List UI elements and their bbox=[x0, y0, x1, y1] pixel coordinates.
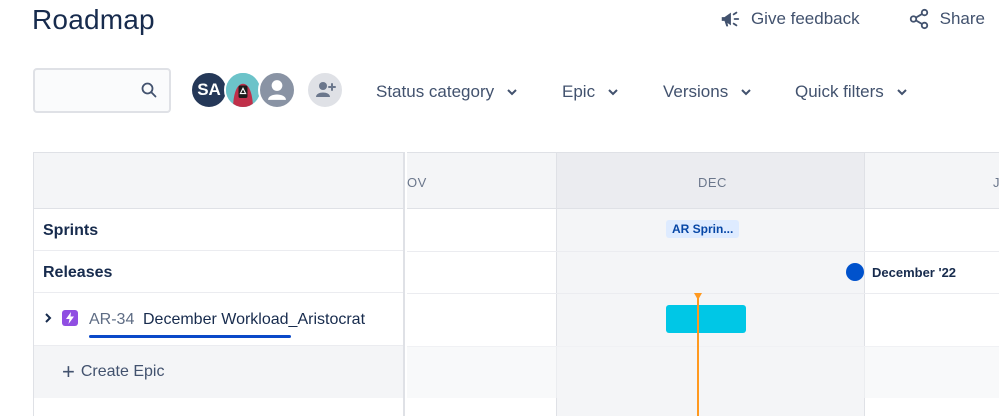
month-label-jan: J bbox=[993, 175, 999, 190]
avatar-photo[interactable] bbox=[224, 71, 262, 109]
avatar-default[interactable] bbox=[258, 71, 296, 109]
month-header-dec: DEC bbox=[557, 152, 864, 209]
avatar-group: SA bbox=[190, 71, 344, 109]
top-actions: Give feedback Share bbox=[719, 8, 985, 30]
create-row-band bbox=[407, 346, 999, 398]
timeline-panel: OV DEC J AR Sprin... December '22 bbox=[407, 152, 999, 416]
today-marker-icon bbox=[694, 293, 702, 300]
search-input[interactable] bbox=[43, 80, 143, 102]
megaphone-icon bbox=[721, 11, 740, 27]
epic-timeline-bar[interactable] bbox=[666, 305, 746, 333]
add-people-button[interactable] bbox=[306, 71, 344, 109]
month-header-jan: J bbox=[865, 152, 999, 209]
share-button[interactable]: Share bbox=[908, 8, 985, 30]
chevron-right-icon[interactable] bbox=[42, 312, 54, 324]
epic-icon bbox=[62, 310, 78, 326]
epic-row[interactable]: AR-34 December Workload_Aristocrat bbox=[34, 293, 403, 346]
add-user-icon bbox=[316, 82, 336, 97]
epic-underline bbox=[89, 335, 291, 338]
releases-label: Releases bbox=[43, 264, 113, 281]
epic-filter-label: Epic bbox=[562, 82, 596, 101]
sprint-chip[interactable]: AR Sprin... bbox=[666, 220, 740, 238]
page-title: Roadmap bbox=[32, 4, 155, 35]
month-label-dec: DEC bbox=[698, 175, 727, 190]
month-header-nov: OV bbox=[407, 152, 556, 209]
month-label-nov: OV bbox=[407, 175, 427, 190]
search-box bbox=[33, 68, 171, 113]
chevron-down-icon bbox=[507, 89, 517, 96]
create-epic-row: + Create Epic bbox=[34, 346, 403, 398]
quick-filters-filter[interactable]: Quick filters bbox=[795, 82, 908, 102]
quick-filters-label: Quick filters bbox=[795, 82, 884, 101]
chevron-down-icon bbox=[608, 89, 618, 96]
roadmap-grid: Sprints Releases AR-34 December Workload… bbox=[33, 152, 999, 416]
versions-filter-label: Versions bbox=[663, 82, 729, 101]
row-divider bbox=[407, 293, 999, 294]
epic-summary[interactable]: December Workload_Aristocrat bbox=[143, 311, 365, 329]
epic-key[interactable]: AR-34 bbox=[89, 311, 134, 329]
chevron-down-icon bbox=[897, 89, 907, 96]
sprints-label: Sprints bbox=[43, 222, 99, 239]
share-label: Share bbox=[939, 9, 985, 28]
epic-filter[interactable]: Epic bbox=[562, 82, 619, 102]
user-icon bbox=[268, 80, 286, 100]
avatar-sa[interactable]: SA bbox=[190, 71, 228, 109]
share-icon bbox=[909, 8, 928, 30]
roadmap-left-panel: Sprints Releases AR-34 December Workload… bbox=[33, 152, 405, 416]
row-divider bbox=[407, 251, 999, 252]
sprints-row: Sprints bbox=[34, 209, 403, 251]
create-epic-button[interactable]: + Create Epic bbox=[62, 359, 165, 384]
plus-icon: + bbox=[62, 359, 75, 384]
status-category-filter[interactable]: Status category bbox=[376, 82, 518, 102]
today-line bbox=[697, 297, 699, 416]
avatar-initials: SA bbox=[197, 80, 221, 99]
create-epic-label: Create Epic bbox=[80, 363, 165, 380]
left-header bbox=[34, 152, 403, 209]
releases-row: Releases bbox=[34, 251, 403, 293]
search-icon bbox=[141, 82, 157, 98]
release-marker-icon[interactable] bbox=[846, 263, 864, 281]
versions-filter[interactable]: Versions bbox=[663, 82, 752, 102]
user-photo-icon bbox=[226, 73, 260, 107]
release-label[interactable]: December '22 bbox=[872, 265, 956, 280]
give-feedback-label: Give feedback bbox=[750, 9, 860, 28]
status-category-label: Status category bbox=[376, 82, 495, 101]
give-feedback-button[interactable]: Give feedback bbox=[719, 8, 860, 30]
chevron-down-icon bbox=[741, 89, 751, 96]
